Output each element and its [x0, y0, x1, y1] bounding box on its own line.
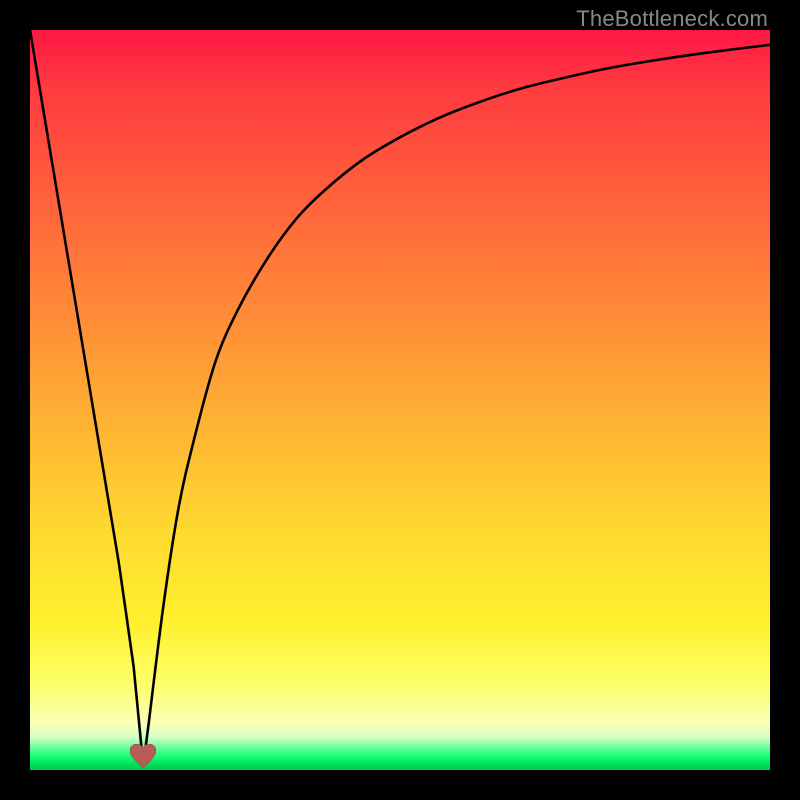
heart-icon [130, 744, 156, 768]
watermark-text: TheBottleneck.com [576, 6, 768, 32]
plot-area [30, 30, 770, 770]
bottleneck-curve [30, 30, 770, 770]
chart-frame: TheBottleneck.com [0, 0, 800, 800]
